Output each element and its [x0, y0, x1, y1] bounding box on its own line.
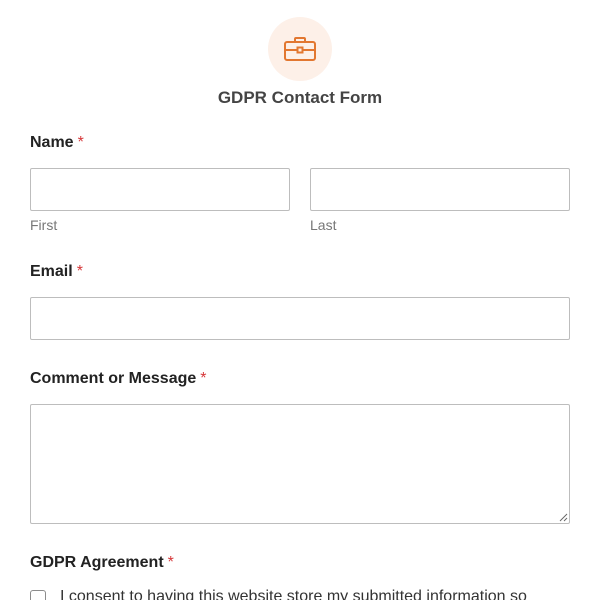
form-title: GDPR Contact Form	[217, 88, 383, 107]
name-label: Name *	[30, 134, 84, 152]
required-asterisk: *	[200, 370, 207, 387]
message-label: Comment or Message *	[30, 370, 207, 388]
first-name-sublabel: First	[30, 217, 58, 233]
last-name-sublabel: Last	[310, 217, 337, 233]
form-icon-badge	[268, 17, 332, 81]
required-asterisk: *	[76, 263, 83, 280]
name-label-text: Name	[30, 134, 74, 151]
gdpr-agreement-label: GDPR Agreement *	[30, 554, 174, 572]
gdpr-contact-form: GDPR Contact Form Name * First Last Email…	[0, 0, 600, 600]
message-textarea[interactable]	[30, 404, 570, 524]
message-label-text: Comment or Message	[30, 370, 197, 387]
briefcase-icon	[284, 37, 316, 61]
gdpr-consent-checkbox[interactable]	[30, 590, 46, 600]
email-input[interactable]	[30, 297, 570, 340]
last-name-input[interactable]	[310, 168, 570, 211]
first-name-input[interactable]	[30, 168, 290, 211]
resize-handle-icon[interactable]	[558, 512, 568, 522]
email-label: Email *	[30, 263, 83, 281]
gdpr-consent-text: I consent to having this website store m…	[60, 588, 527, 600]
gdpr-label-text: GDPR Agreement	[30, 554, 164, 571]
required-asterisk: *	[77, 134, 84, 151]
required-asterisk: *	[167, 554, 174, 571]
email-label-text: Email	[30, 263, 73, 280]
